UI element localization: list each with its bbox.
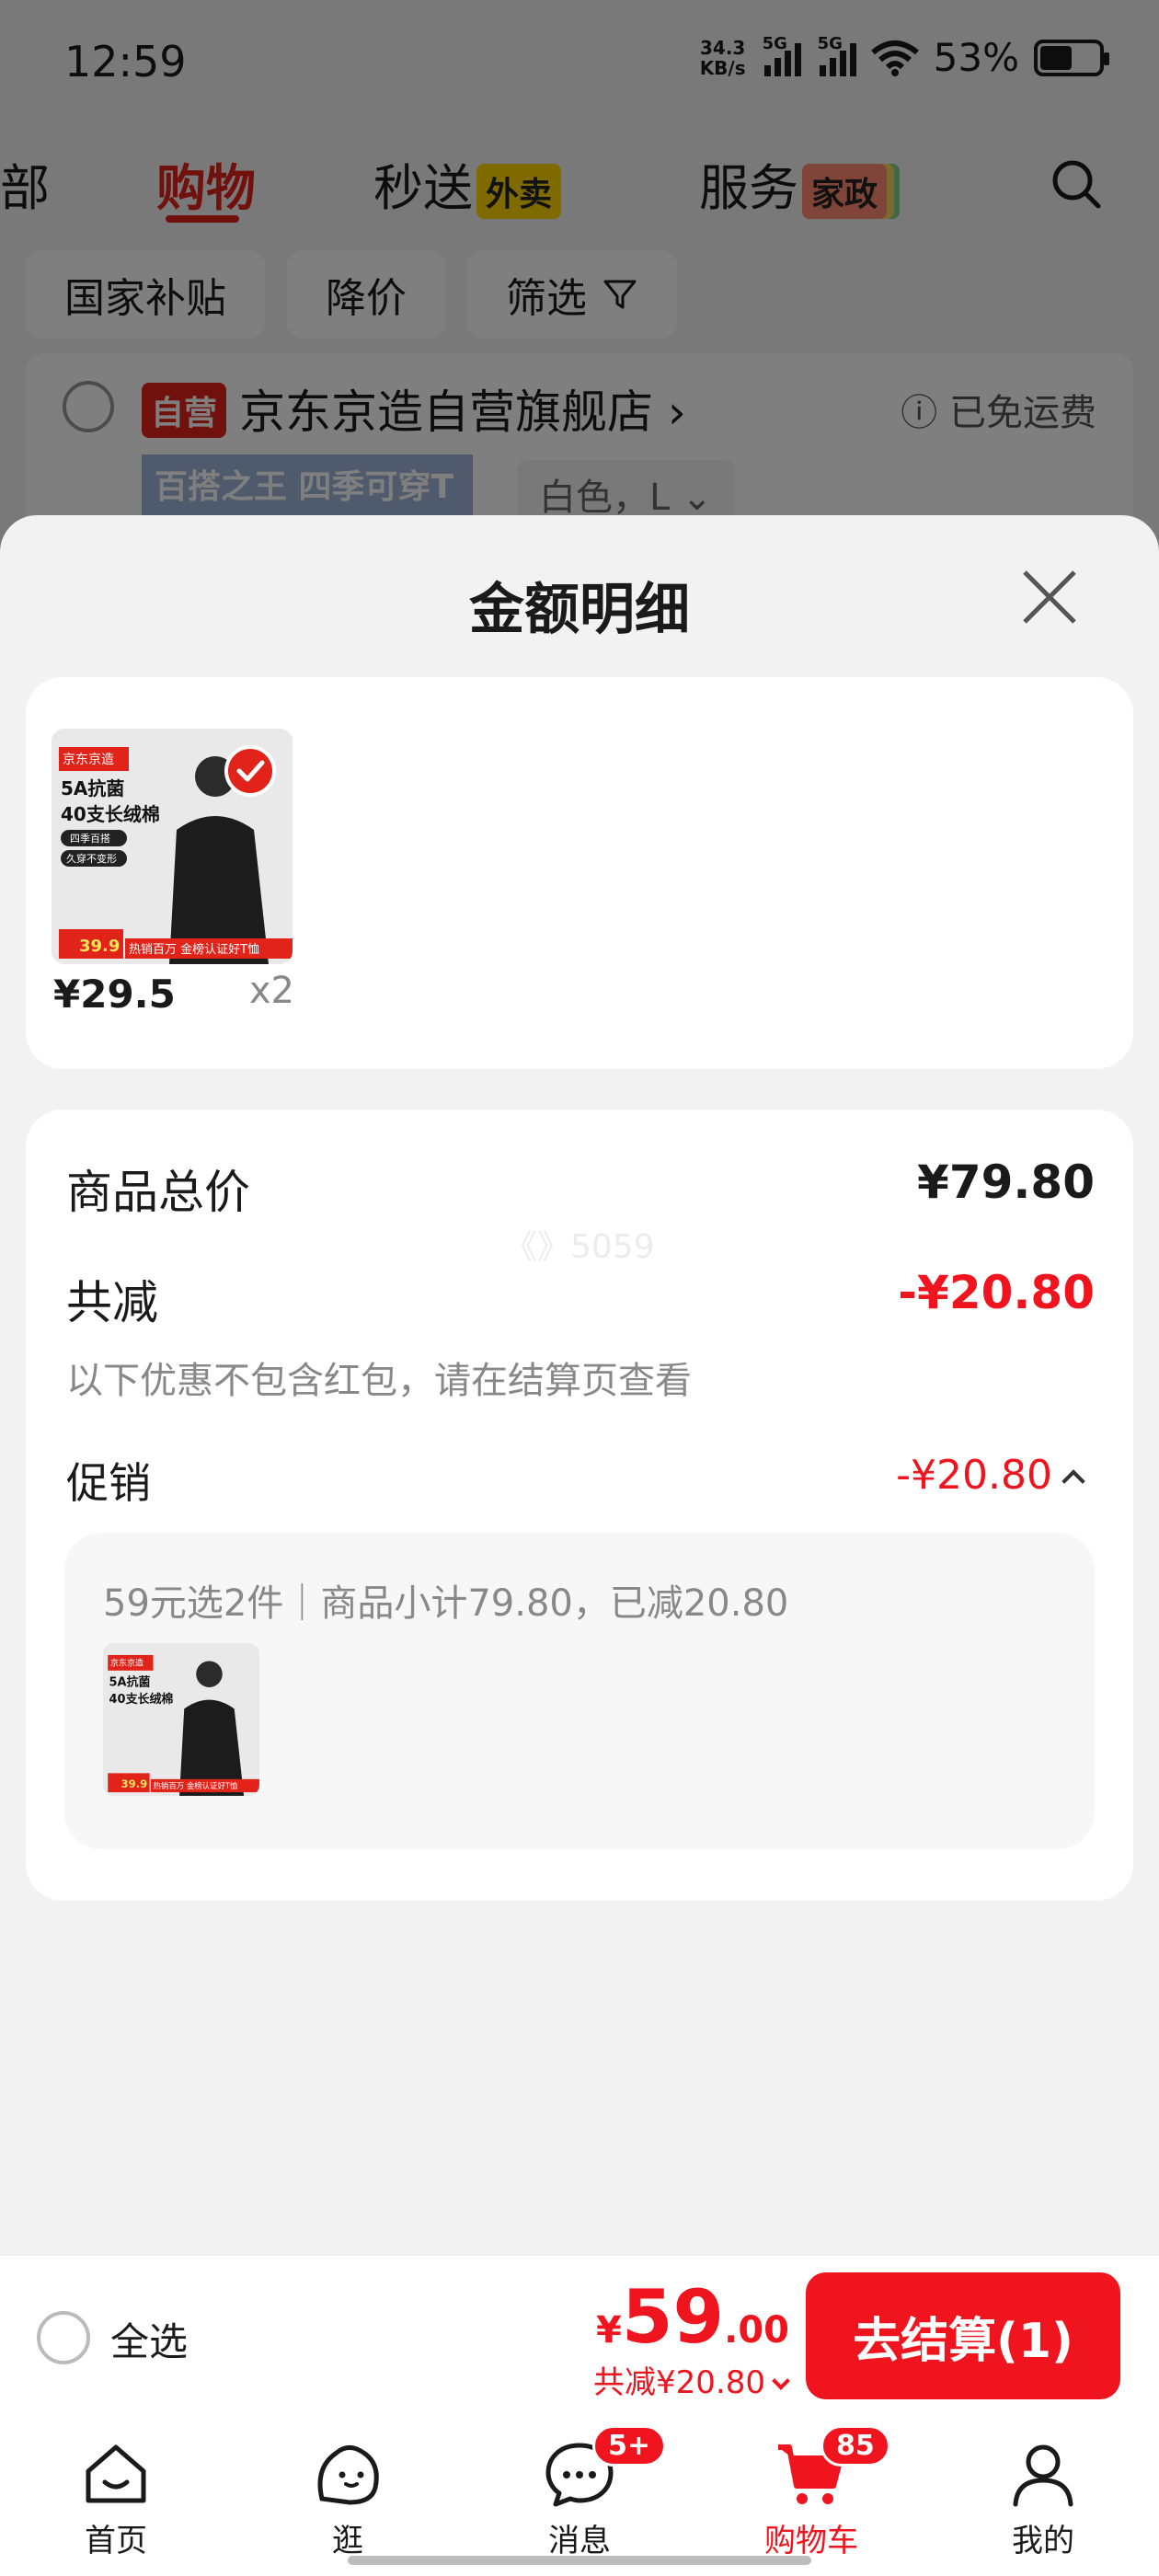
svg-text:39.9: 39.9 [121, 1777, 148, 1790]
discount-note: 以下优惠不包含红包，请在结算页查看 [66, 1360, 692, 1402]
checkout-button[interactable]: 去结算(1) [806, 2272, 1120, 2399]
svg-text:京东京造: 京东京造 [110, 1658, 143, 1669]
selected-item[interactable]: 京东京造 5A抗菌 40支长绒棉 四季百搭 久穿不变形 39.9 热销百万 金榜… [52, 729, 294, 1017]
checkout-bar: 全选 ¥59.00 共减¥20.80 去结算(1) [0, 2254, 1159, 2416]
svg-text:5A抗菌: 5A抗菌 [109, 1675, 151, 1690]
svg-text:40支长绒棉: 40支长绒棉 [109, 1692, 174, 1707]
reduce-value: -¥20.80 [898, 1266, 1095, 1319]
item-quantity: x2 [248, 970, 294, 1012]
chevron-down-icon [772, 2372, 790, 2390]
promo-detail-text: 59元选2件｜商品小计79.80，已减20.80 [103, 1582, 789, 1625]
product-thumbnail: 京东京造 5A抗菌 40支长绒棉 四季百搭 久穿不变形 39.9 热销百万 金榜… [52, 729, 293, 964]
svg-text:热销百万 金榜认证好T恤: 热销百万 金榜认证好T恤 [154, 1781, 238, 1790]
promo-toggle[interactable]: -¥20.80 [896, 1452, 1085, 1499]
watermark: 《》5059 [504, 1228, 655, 1266]
home-indicator[interactable] [348, 2556, 811, 2565]
promo-product-thumbnail[interactable]: 京东京造 5A抗菌 40支长绒棉 39.9 热销百万 金榜认证好T恤 [103, 1643, 259, 1796]
sheet-title: 金额明细 [469, 578, 690, 642]
close-icon[interactable] [1017, 565, 1082, 629]
svg-text:久穿不变形: 久穿不变形 [66, 852, 117, 865]
nav-messages[interactable]: 5+ 消息 [497, 2416, 667, 2576]
total-value: ¥79.80 [917, 1156, 1095, 1209]
select-all-radio[interactable] [37, 2311, 90, 2364]
item-price: ¥29.5 [53, 972, 176, 1017]
nav-home[interactable]: 首页 [33, 2416, 199, 2576]
promo-detail-box: 59元选2件｜商品小计79.80，已减20.80 京东京造 5A抗菌 40支长绒… [64, 1533, 1095, 1849]
svg-text:热销百万 金榜认证好T恤: 热销百万 金榜认证好T恤 [129, 942, 259, 957]
svg-text:40支长绒棉: 40支长绒棉 [61, 803, 160, 825]
promo-label: 促销 [66, 1458, 151, 1508]
price-summary-card: 商品总价 ¥79.80 《》5059 共减 -¥20.80 以下优惠不包含红包，… [26, 1110, 1133, 1901]
bottom-nav: 首页 逛 5+ 消息 85 购物车 我的 [0, 2416, 1159, 2576]
amount-detail-sheet: 金额明细 京东京造 5A抗菌 40支长绒棉 四季百搭 久穿不变形 39.9 热销… [0, 515, 1159, 2254]
messages-badge: 5+ [592, 2425, 667, 2467]
profile-icon [1013, 2444, 1073, 2507]
svg-text:5A抗菌: 5A抗菌 [61, 777, 124, 799]
home-icon [86, 2444, 146, 2503]
reduce-label: 共减 [66, 1276, 158, 1329]
nav-profile[interactable]: 我的 [960, 2416, 1126, 2576]
cart-badge: 85 [820, 2425, 890, 2467]
checked-icon [224, 745, 276, 797]
svg-text:四季百搭: 四季百搭 [70, 833, 110, 845]
reduced-summary[interactable]: 共减¥20.80 [593, 2357, 790, 2402]
svg-text:京东京造: 京东京造 [63, 753, 114, 767]
nav-browse[interactable]: 逛 [265, 2416, 430, 2576]
chevron-up-icon [1061, 1469, 1085, 1493]
selected-items-card: 京东京造 5A抗菌 40支长绒棉 四季百搭 久穿不变形 39.9 热销百万 金榜… [26, 677, 1133, 1069]
total-amount: ¥59.00 [595, 2274, 789, 2360]
svg-text:39.9: 39.9 [79, 937, 120, 956]
promo-product-image: 京东京造 5A抗菌 40支长绒棉 39.9 热销百万 金榜认证好T恤 [103, 1643, 259, 1796]
select-all-label[interactable]: 全选 [110, 2311, 188, 2367]
total-label: 商品总价 [66, 1166, 250, 1219]
browse-face-icon [317, 2445, 379, 2505]
nav-cart[interactable]: 85 购物车 [729, 2416, 894, 2576]
